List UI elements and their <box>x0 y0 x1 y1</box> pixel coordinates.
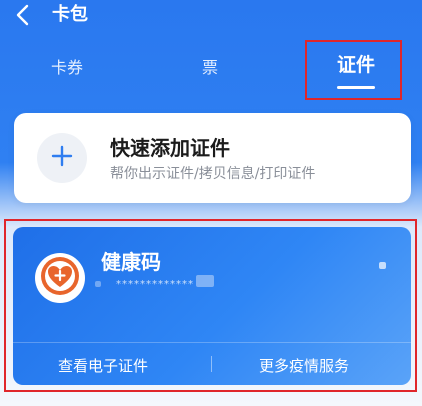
health-code-logo <box>35 253 85 303</box>
health-heart-icon <box>40 256 80 300</box>
back-arrow-icon <box>15 4 29 26</box>
card-divider <box>13 342 411 343</box>
tab-ticket[interactable]: 票 <box>202 57 218 79</box>
highlight-box-tab <box>305 40 402 100</box>
masked-id-number: ************* <box>116 279 194 290</box>
view-e-certificate-button[interactable]: 查看电子证件 <box>58 356 148 376</box>
quick-add-subtitle: 帮你出示证件/拷贝信息/打印证件 <box>110 166 316 182</box>
screen: 卡包 卡券 票 证件 快速添加证件 帮你出示证件/拷贝信息/打印证件 健康码 *… <box>0 0 422 406</box>
action-divider <box>211 356 212 372</box>
more-epidemic-services-button[interactable]: 更多疫情服务 <box>259 356 349 376</box>
tab-coupon[interactable]: 卡券 <box>51 57 83 79</box>
plus-button-circle <box>37 133 87 183</box>
blurred-area <box>95 281 101 287</box>
quick-add-card[interactable]: 快速添加证件 帮你出示证件/拷贝信息/打印证件 <box>14 113 411 203</box>
health-code-card[interactable]: 健康码 ************* 查看电子证件 更多疫情服务 <box>13 227 411 385</box>
blurred-area <box>196 275 214 287</box>
quick-add-title: 快速添加证件 <box>110 136 230 160</box>
plus-icon <box>51 145 73 171</box>
back-button[interactable] <box>10 2 34 28</box>
blurred-area <box>379 262 386 269</box>
health-code-title: 健康码 <box>101 250 161 274</box>
page-title: 卡包 <box>52 4 88 25</box>
